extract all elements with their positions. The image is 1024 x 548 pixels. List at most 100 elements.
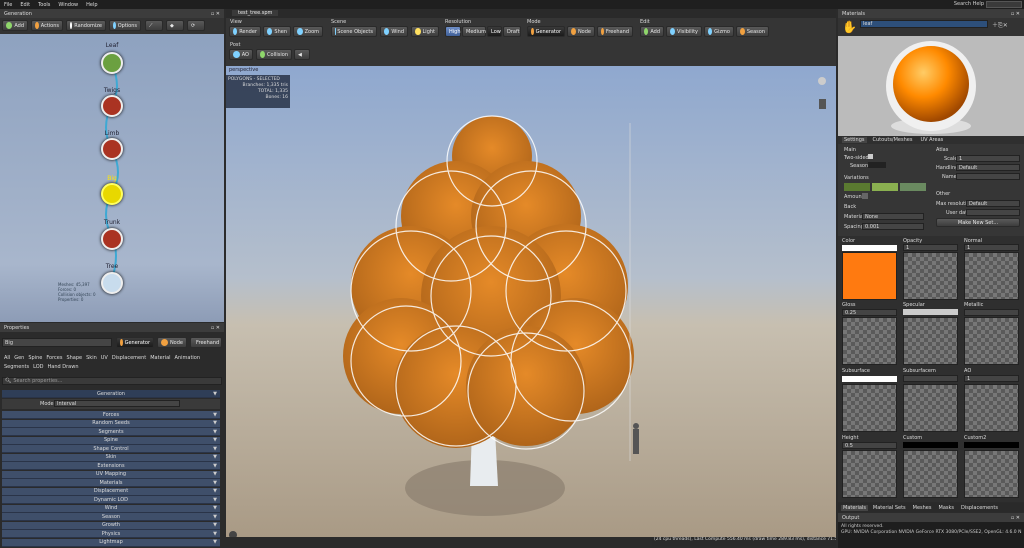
height-map[interactable] [842, 450, 897, 498]
color-bar[interactable] [842, 245, 897, 251]
tab-forces[interactable]: Forces [44, 355, 64, 361]
tab-meshes[interactable]: Meshes [911, 505, 934, 511]
panel-close-icon[interactable]: ▫ ✕ [211, 325, 220, 331]
light-button[interactable]: Light [411, 26, 439, 37]
menu-window[interactable]: Window [54, 2, 82, 8]
tab-uv-areas[interactable]: UV Areas [918, 137, 945, 143]
visibility-button[interactable]: Visibility [666, 26, 702, 37]
node-name-field[interactable]: Big [2, 338, 112, 347]
tab-skin[interactable]: Skin [84, 355, 99, 361]
section-season[interactable]: Season ▼ [2, 513, 220, 521]
mode-select[interactable]: Interval [54, 400, 180, 407]
shen-button[interactable]: Shen [263, 26, 291, 37]
trunk-node[interactable] [101, 228, 123, 250]
atlas-name-field[interactable] [956, 173, 1020, 180]
section-displacement[interactable]: Displacement ▼ [2, 487, 220, 496]
spacing-field[interactable]: 0.001 [862, 223, 924, 230]
metallic-value[interactable] [964, 309, 1019, 316]
subsurface-bar[interactable] [842, 376, 897, 382]
document-tab[interactable]: test_tree.spm [232, 10, 279, 16]
panel-close-icon[interactable]: ▫ ✕ [1011, 11, 1020, 17]
zoom-button[interactable]: Zoom [293, 26, 323, 37]
resolution-low-button[interactable]: Low [487, 26, 502, 37]
collision-button[interactable]: Collision [256, 49, 292, 60]
search-help-input[interactable] [986, 1, 1022, 8]
section-spine[interactable]: Spine ▼ [2, 436, 220, 445]
tree-node[interactable] [101, 272, 123, 294]
opacity-map[interactable] [903, 252, 958, 300]
ao-button[interactable]: AO [229, 49, 253, 60]
scene-objects-button[interactable]: Scene Objects [331, 26, 377, 37]
variation-swatch-2[interactable] [872, 183, 898, 191]
render-button[interactable]: Render [229, 26, 261, 37]
section-growth[interactable]: Growth ▼ [2, 521, 220, 530]
variation-swatch-1[interactable] [844, 183, 870, 191]
resolution-draft-button[interactable]: Draft [503, 26, 521, 37]
material-actions-icon[interactable]: ＋⎘✕ [992, 20, 1008, 30]
section-uv-mapping[interactable]: UV Mapping ▼ [2, 470, 220, 479]
panel-close-icon[interactable]: ▫ ✕ [1011, 515, 1020, 521]
ao-value[interactable]: 1 [964, 375, 1019, 382]
max-resolution-select[interactable]: Default [966, 200, 1020, 207]
tab-animation[interactable]: Animation [173, 355, 203, 361]
tab-shape[interactable]: Shape [64, 355, 84, 361]
back-material-select[interactable]: None [862, 213, 924, 220]
gloss-map[interactable] [842, 317, 897, 365]
actions-button[interactable]: Actions [31, 20, 63, 31]
color-swatch[interactable] [842, 252, 897, 300]
node-mode-button[interactable]: Node [157, 337, 187, 348]
normal-map[interactable] [964, 252, 1019, 300]
ao-map[interactable] [964, 384, 1019, 432]
tab-segments[interactable]: Segments [2, 364, 31, 370]
link-button[interactable]: ⟋ [145, 20, 163, 31]
back-button[interactable]: ◀ [294, 49, 310, 60]
menu-edit[interactable]: Edit [16, 2, 34, 8]
viewport-options-icon[interactable] [229, 531, 237, 537]
section-lightmap[interactable]: Lightmap ▼ [2, 538, 220, 547]
variation-swatch-3[interactable] [900, 183, 926, 191]
menu-file[interactable]: File [0, 2, 16, 8]
freehand-mode-button[interactable]: Freehand [190, 337, 222, 348]
specular-bar[interactable] [903, 309, 958, 315]
edit-add-button[interactable]: Add [640, 26, 664, 37]
subsurface-map[interactable] [842, 384, 897, 432]
season-field[interactable] [868, 162, 886, 168]
tab-lod[interactable]: LOD [31, 364, 45, 370]
resolution-medium-button[interactable]: Medium [462, 26, 486, 37]
tab-displacements[interactable]: Displacements [959, 505, 1000, 511]
add-node-button[interactable]: Add [2, 20, 28, 31]
mode-freehand-button[interactable]: Freehand [597, 26, 633, 37]
tab-material-sets[interactable]: Material Sets [871, 505, 908, 511]
normal-value[interactable]: 1 [964, 244, 1019, 251]
opacity-value[interactable]: 1 [903, 244, 958, 251]
twigs-node[interactable] [101, 95, 123, 117]
tab-hand-drawn[interactable]: Hand Drawn [46, 364, 81, 370]
camera-gizmo[interactable] [818, 77, 826, 85]
mode-node-button[interactable]: Node [567, 26, 595, 37]
randomize-button[interactable]: Randomize [66, 20, 106, 31]
handling-select[interactable]: Default [956, 164, 1020, 171]
section-segments[interactable]: Segments ▼ [2, 428, 220, 436]
custom2-bar[interactable] [964, 442, 1019, 448]
panel-close-icon[interactable]: ▫ ✕ [211, 11, 220, 17]
season-button[interactable]: Season [736, 26, 769, 37]
specular-map[interactable] [903, 317, 958, 365]
hand-icon[interactable]: ✋ [842, 20, 857, 34]
custom-bar[interactable] [903, 442, 958, 448]
limb-node[interactable] [101, 138, 123, 160]
light-gizmo[interactable] [819, 99, 826, 109]
tab-all[interactable]: All [2, 355, 12, 361]
generator-mode-button[interactable]: Generator [116, 337, 154, 348]
tab-material[interactable]: Material [148, 355, 172, 361]
tab-materials[interactable]: Materials [841, 504, 868, 511]
search-properties-input[interactable]: 🔍︎ Search properties... [2, 377, 222, 385]
custom2-map[interactable] [964, 450, 1019, 498]
options-button[interactable]: Options [109, 20, 141, 31]
tool-button[interactable]: ◆ [166, 20, 184, 31]
subsurfacem-map[interactable] [903, 384, 958, 432]
amount-slider[interactable] [862, 193, 868, 199]
material-select[interactable]: leaf [860, 20, 988, 28]
section-dynamic-lod[interactable]: Dynamic LOD ▼ [2, 496, 220, 504]
tab-uv[interactable]: UV [99, 355, 110, 361]
section-random-seeds[interactable]: Random Seeds ▼ [2, 419, 220, 428]
